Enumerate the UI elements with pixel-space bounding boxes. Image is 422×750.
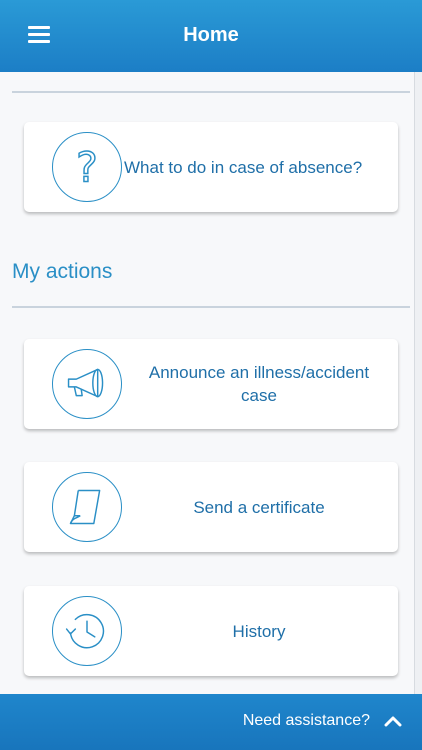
send-certificate-card[interactable]: Send a certificate — [24, 462, 398, 552]
section-title-my-actions: My actions — [12, 260, 113, 283]
history-label: History — [232, 622, 286, 641]
megaphone-icon — [52, 349, 122, 419]
main-content: ? What to do in case of absence? My acti… — [0, 72, 414, 694]
page-title: Home — [183, 24, 239, 46]
scrollbar[interactable] — [414, 72, 422, 694]
absence-info-label: What to do in case of absence? — [124, 158, 363, 177]
announce-illness-card[interactable]: Announce an illness/accident case — [24, 339, 398, 429]
need-assistance-label: Need assistance? — [242, 712, 370, 729]
document-icon — [52, 472, 122, 542]
absence-info-card[interactable]: ? What to do in case of absence? — [24, 122, 398, 212]
history-card[interactable]: History — [24, 586, 398, 676]
history-clock-icon — [52, 596, 122, 666]
app-header: Home — [0, 0, 422, 72]
svg-text:?: ? — [76, 144, 98, 192]
chevron-up-icon[interactable] — [384, 714, 402, 728]
divider-top — [12, 91, 410, 93]
need-assistance-bar[interactable]: Need assistance? — [0, 694, 422, 750]
send-certificate-label: Send a certificate — [193, 498, 325, 517]
question-icon: ? — [52, 132, 122, 202]
announce-illness-label: Announce an illness/accident case — [148, 363, 370, 405]
divider-my-actions — [12, 306, 410, 308]
